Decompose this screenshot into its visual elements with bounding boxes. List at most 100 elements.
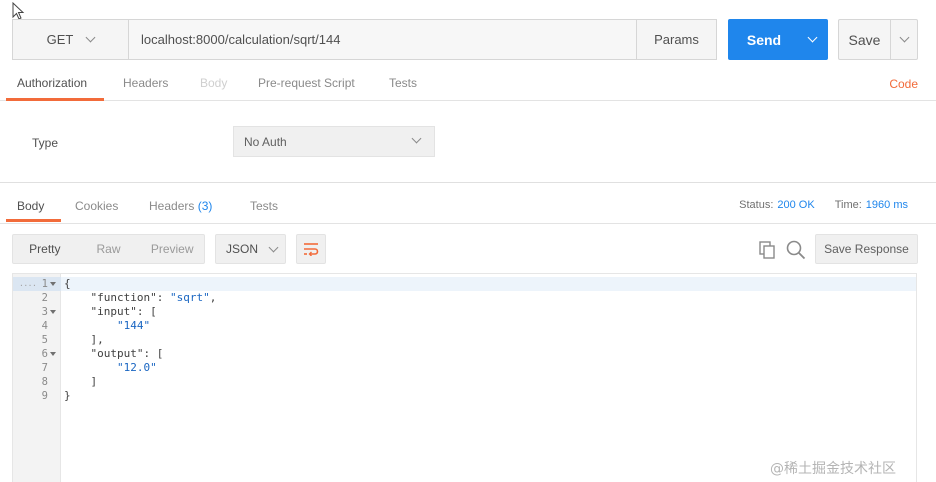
line-number: 3	[41, 306, 48, 318]
response-headers-label: Headers	[149, 199, 195, 213]
tab-authorization[interactable]: Authorization	[17, 66, 87, 101]
send-button[interactable]: Send	[728, 19, 796, 60]
line-number: 7	[41, 362, 48, 374]
code-line: 2 "function": "sqrt",	[13, 291, 916, 305]
send-options-button[interactable]	[796, 19, 828, 60]
tab-response-tests[interactable]: Tests	[250, 190, 278, 222]
json-punctuation: ,	[209, 291, 217, 304]
code-text: "144"	[64, 319, 150, 333]
copy-icon[interactable]	[757, 240, 777, 260]
json-punctuation: [	[156, 347, 164, 360]
code-link[interactable]: Code	[889, 77, 918, 91]
format-select[interactable]: JSON	[215, 234, 286, 264]
code-text: "function": "sqrt",	[64, 291, 217, 305]
code-text: "output": [	[64, 347, 164, 361]
headers-count-badge: (3)	[197, 199, 213, 213]
code-line: 6 "output": [	[13, 347, 916, 361]
code-text: ],	[64, 333, 104, 347]
code-line: 3 "input": [	[13, 305, 916, 319]
watermark: @稀土掘金技术社区	[770, 461, 896, 477]
tab-headers[interactable]: Headers	[123, 66, 168, 101]
fold-arrow-icon[interactable]	[50, 282, 56, 286]
response-status: Status: 200 OK Time: 1960 ms	[739, 199, 908, 211]
view-mode-group: Pretty Raw Preview	[12, 234, 205, 264]
code-line: 4 "144"	[13, 319, 916, 333]
pretty-button[interactable]: Pretty	[13, 235, 77, 263]
auth-type-value: No Auth	[244, 134, 287, 149]
save-button-group: Save	[838, 19, 918, 60]
active-tab-indicator	[6, 219, 61, 222]
tab-response-headers[interactable]: Headers (3)	[149, 190, 212, 222]
code-line: 7 "12.0"	[13, 361, 916, 375]
line-number: 6	[41, 348, 48, 360]
code-text: "input": [	[64, 305, 157, 319]
url-input[interactable]: localhost:8000/calculation/sqrt/144	[129, 20, 636, 59]
code-text: }	[64, 389, 71, 403]
chevron-down-icon	[85, 32, 96, 43]
time-value: 1960 ms	[865, 199, 908, 211]
line-number: 9	[41, 390, 48, 402]
request-tabs: Authorization Headers Body Pre-request S…	[0, 66, 936, 101]
save-button[interactable]: Save	[839, 20, 891, 59]
auth-type-select[interactable]: No Auth	[233, 126, 435, 157]
active-tab-indicator	[6, 98, 104, 101]
chevron-down-icon	[268, 242, 279, 252]
code-line: 1{	[13, 277, 916, 291]
json-key: "input":	[90, 305, 151, 318]
section-divider	[0, 182, 936, 183]
line-number: 2	[41, 292, 48, 304]
params-button[interactable]: Params	[636, 20, 716, 59]
wrap-lines-icon	[304, 243, 319, 256]
method-select[interactable]: GET	[13, 20, 129, 59]
json-punctuation: [	[150, 305, 157, 318]
save-response-button[interactable]: Save Response	[815, 234, 918, 264]
line-number: 8	[41, 376, 48, 388]
json-punctuation: }	[64, 389, 71, 402]
wrap-lines-button[interactable]	[296, 234, 326, 264]
json-key: "function":	[90, 291, 170, 304]
format-value: JSON	[226, 242, 259, 256]
save-options-button[interactable]	[891, 20, 917, 59]
auth-type-label: Type	[32, 136, 59, 150]
tab-body[interactable]: Body	[200, 66, 227, 101]
time-label: Time:	[834, 199, 862, 211]
raw-button[interactable]: Raw	[77, 235, 141, 263]
chevron-down-icon	[411, 133, 422, 144]
code-line: 8 ]	[13, 375, 916, 389]
preview-button[interactable]: Preview	[140, 235, 204, 263]
json-punctuation: ]	[90, 375, 98, 388]
json-string-value: "12.0"	[116, 361, 157, 374]
search-icon[interactable]	[785, 239, 807, 261]
tab-cookies[interactable]: Cookies	[75, 190, 118, 222]
fold-arrow-icon[interactable]	[50, 310, 56, 314]
code-text: ]	[64, 375, 98, 389]
json-punctuation: {	[64, 277, 71, 290]
code-text: "12.0"	[64, 361, 157, 375]
chevron-down-icon	[807, 32, 817, 43]
tab-tests[interactable]: Tests	[389, 66, 417, 101]
json-string-value: "144"	[116, 319, 151, 332]
response-body-editor[interactable]: .... 1{2 "function": "sqrt", 3 "input": […	[12, 273, 917, 482]
line-number: 4	[41, 320, 48, 332]
line-number: 1	[41, 278, 48, 290]
tab-pre-request-script[interactable]: Pre-request Script	[258, 66, 355, 101]
method-label: GET	[46, 32, 74, 47]
json-key: "output":	[90, 347, 157, 360]
send-button-group: Send	[728, 19, 828, 60]
code-line: 9}	[13, 389, 916, 403]
line-number: 5	[41, 334, 48, 346]
code-text: {	[64, 277, 71, 291]
tab-response-body[interactable]: Body	[17, 190, 44, 222]
fold-arrow-icon[interactable]	[50, 352, 56, 356]
code-line: 5 ],	[13, 333, 916, 347]
status-label: Status:	[739, 199, 774, 211]
json-string-value: "sqrt"	[169, 291, 210, 304]
chevron-down-icon	[899, 32, 909, 43]
